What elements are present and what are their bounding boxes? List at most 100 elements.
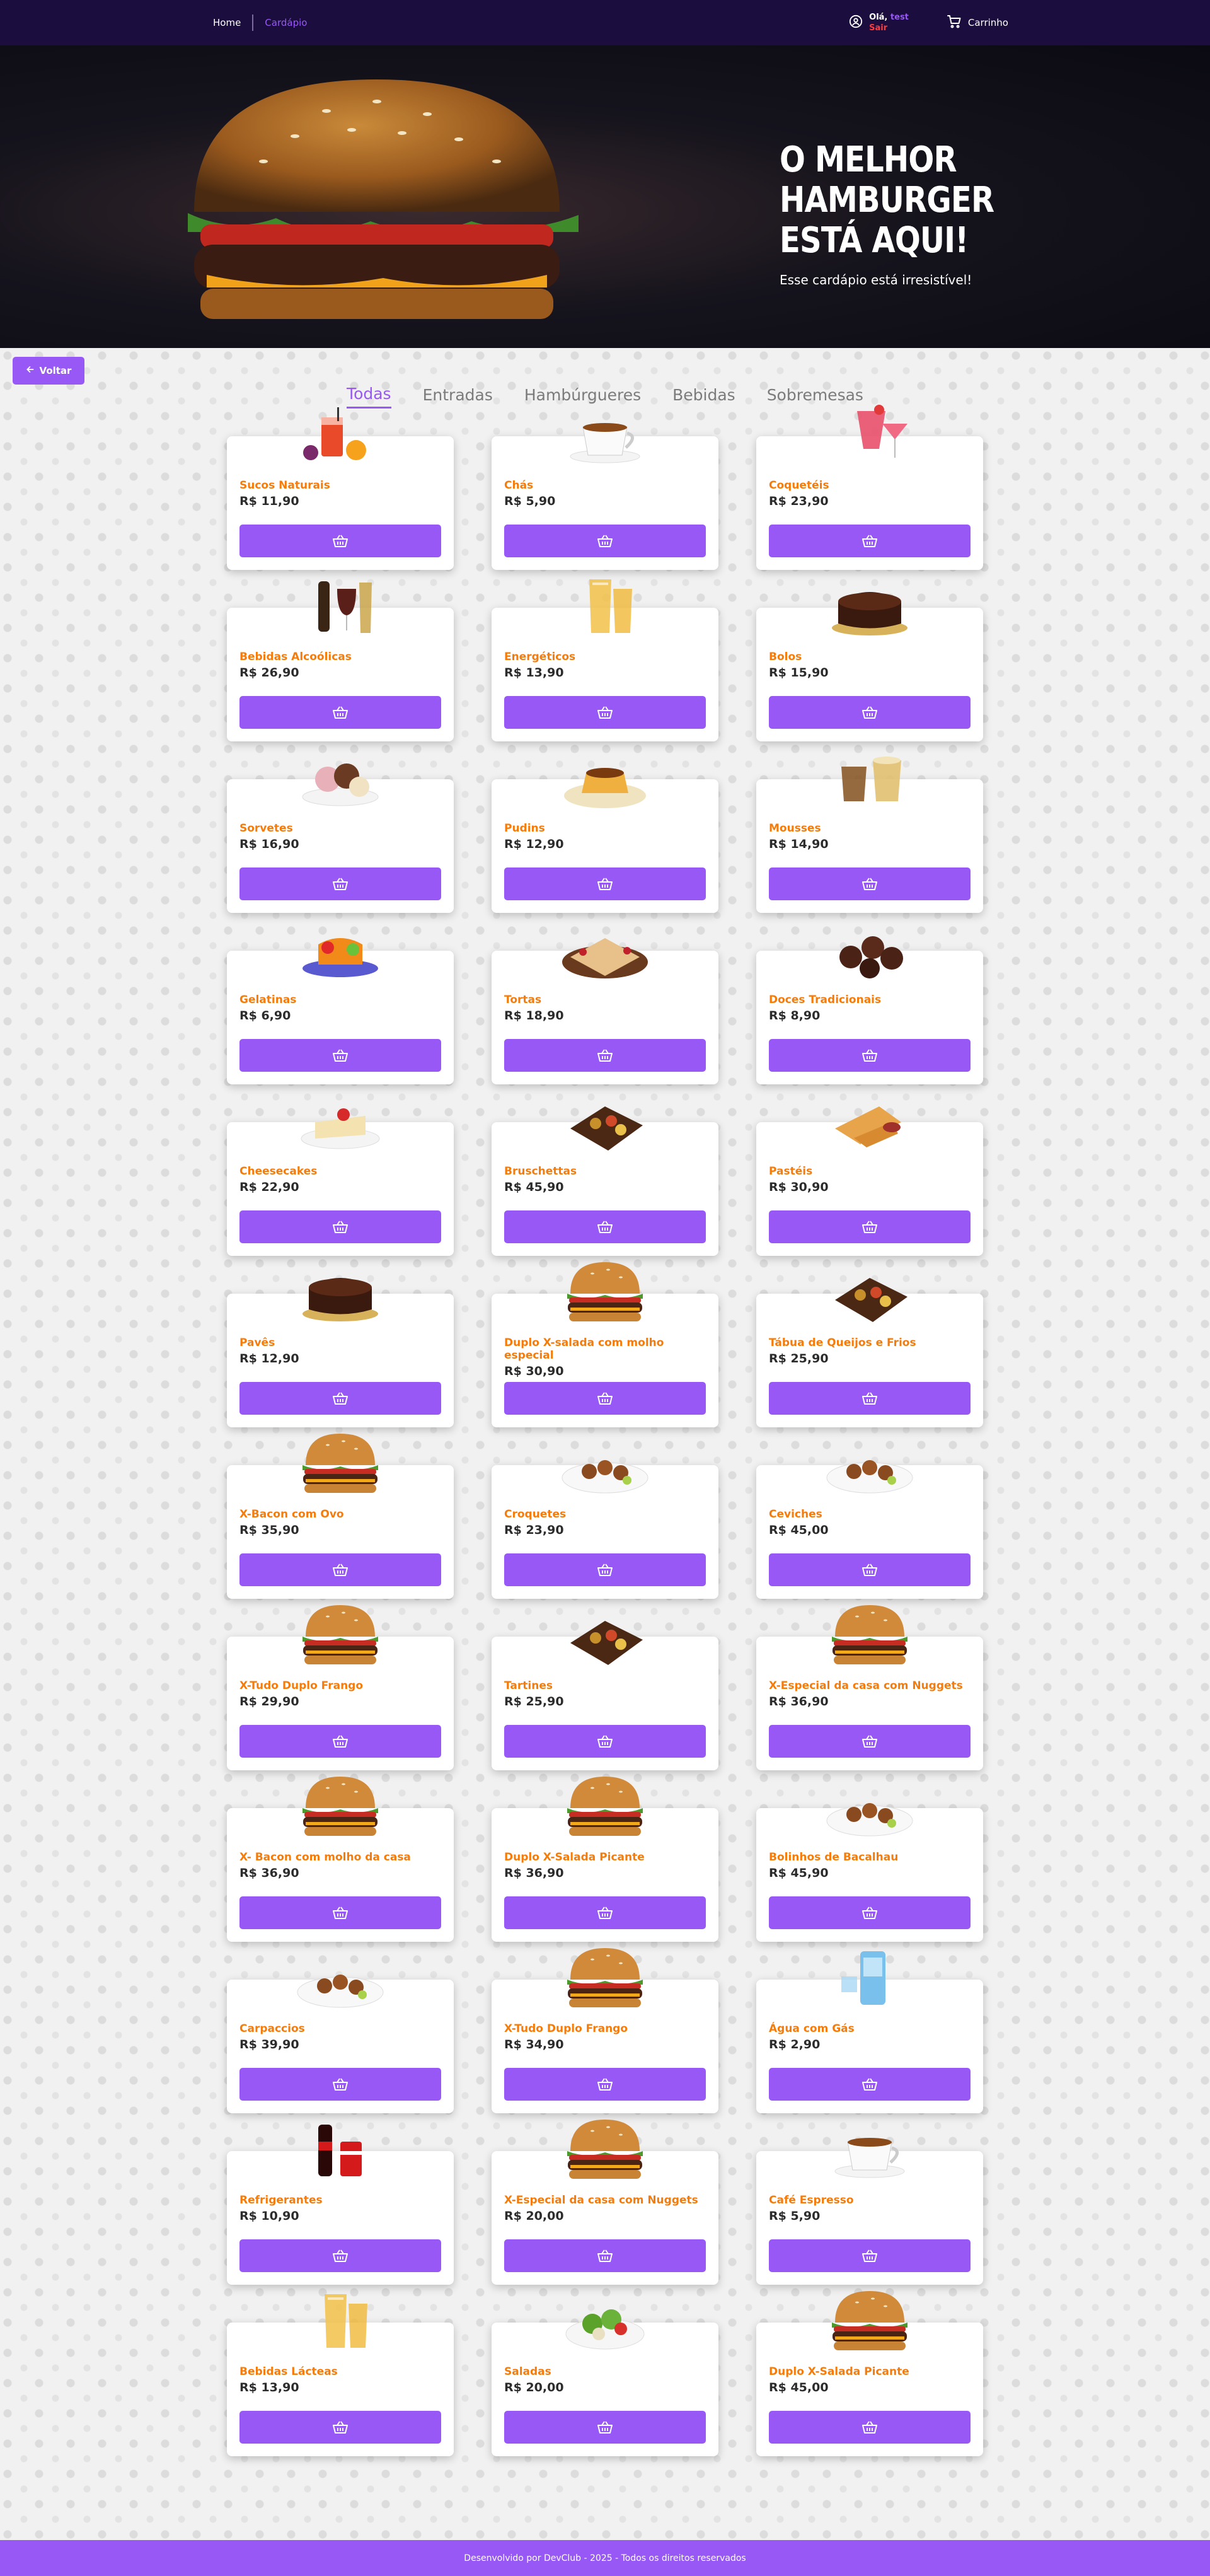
- product-price: R$ 35,90: [239, 1523, 299, 1537]
- product-image: [318, 581, 372, 633]
- add-to-cart-button[interactable]: [504, 1210, 706, 1243]
- add-to-cart-button[interactable]: [504, 2239, 706, 2272]
- product-image: [835, 1106, 901, 1147]
- basket-icon: [597, 706, 613, 719]
- user-profile: Olá, test Sair: [849, 12, 909, 33]
- main-nav: Home Cardápio: [202, 0, 318, 45]
- cart-link[interactable]: Carrinho: [947, 14, 1008, 32]
- add-to-cart-button[interactable]: [769, 1553, 971, 1586]
- product-name: X-Especial da casa com Nuggets: [504, 2194, 698, 2207]
- product-image: [826, 1803, 913, 1836]
- add-to-cart-button[interactable]: [504, 1725, 706, 1758]
- user-circle-icon: [849, 15, 863, 31]
- nav-link-menu[interactable]: Cardápio: [253, 17, 318, 28]
- add-to-cart-button[interactable]: [769, 867, 971, 900]
- logout-link[interactable]: Sair: [869, 23, 909, 33]
- basket-icon: [333, 1735, 348, 1748]
- add-to-cart-button[interactable]: [239, 1553, 441, 1586]
- product-image: [567, 1948, 643, 2007]
- add-to-cart-button[interactable]: [769, 1210, 971, 1243]
- add-to-cart-button[interactable]: [504, 1553, 706, 1586]
- add-to-cart-button[interactable]: [239, 1725, 441, 1758]
- nav-link-home[interactable]: Home: [202, 17, 252, 28]
- product-card: Pavês R$ 12,90: [227, 1278, 454, 1427]
- product-price: R$ 29,90: [239, 1695, 299, 1709]
- add-to-cart-button[interactable]: [504, 867, 706, 900]
- hero-text: O MELHOR HAMBURGER ESTÁ AQUI! Esse cardá…: [780, 139, 1044, 288]
- product-card: Bolinhos de Bacalhau R$ 45,90: [756, 1803, 983, 1942]
- add-to-cart-button[interactable]: [504, 2068, 706, 2101]
- product-price: R$ 25,90: [769, 1352, 829, 1366]
- basket-icon: [333, 2078, 348, 2091]
- product-image: [567, 1262, 643, 1321]
- add-to-cart-button[interactable]: [769, 696, 971, 729]
- product-price: R$ 36,90: [769, 1695, 829, 1709]
- basket-icon: [862, 1735, 877, 1748]
- product-name: Refrigerantes: [239, 2194, 323, 2207]
- add-to-cart-button[interactable]: [239, 1039, 441, 1072]
- product-price: R$ 18,90: [504, 1009, 564, 1023]
- product-name: Água com Gás: [769, 2022, 855, 2035]
- add-to-cart-button[interactable]: [769, 2068, 971, 2101]
- add-to-cart-button[interactable]: [504, 1039, 706, 1072]
- cart-label: Carrinho: [967, 17, 1008, 28]
- add-to-cart-button[interactable]: [239, 525, 441, 557]
- add-to-cart-button[interactable]: [239, 696, 441, 729]
- product-price: R$ 23,90: [769, 494, 829, 508]
- greeting-text: Olá,: [869, 13, 888, 22]
- product-name: Ceviches: [769, 1508, 822, 1521]
- basket-icon: [333, 706, 348, 719]
- product-name: Pudins: [504, 822, 545, 835]
- basket-icon: [333, 878, 348, 890]
- add-to-cart-button[interactable]: [239, 2239, 441, 2272]
- back-button[interactable]: Voltar: [13, 357, 84, 385]
- tab-entradas[interactable]: Entradas: [423, 385, 493, 409]
- top-navbar: Home Cardápio Olá, test Sair Carrinho: [0, 0, 1210, 45]
- add-to-cart-button[interactable]: [239, 1382, 441, 1415]
- add-to-cart-button[interactable]: [239, 1210, 441, 1243]
- product-card: Refrigerantes R$ 10,90: [227, 2125, 454, 2285]
- product-price: R$ 8,90: [769, 1009, 821, 1023]
- product-card: Chás R$ 5,90: [492, 423, 718, 570]
- product-image: [301, 1108, 380, 1149]
- add-to-cart-button[interactable]: [769, 525, 971, 557]
- product-price: R$ 36,90: [504, 1866, 564, 1880]
- product-price: R$ 20,00: [504, 2209, 564, 2223]
- add-to-cart-button[interactable]: [769, 1382, 971, 1415]
- add-to-cart-button[interactable]: [239, 867, 441, 900]
- add-to-cart-button[interactable]: [769, 1039, 971, 1072]
- add-to-cart-button[interactable]: [504, 696, 706, 729]
- add-to-cart-button[interactable]: [769, 2239, 971, 2272]
- add-to-cart-button[interactable]: [769, 1896, 971, 1929]
- add-to-cart-button[interactable]: [239, 2068, 441, 2101]
- product-price: R$ 34,90: [504, 2038, 564, 2051]
- add-to-cart-button[interactable]: [504, 1382, 706, 1415]
- add-to-cart-button[interactable]: [769, 2411, 971, 2444]
- arrow-left-icon: [26, 365, 35, 376]
- product-image: [835, 1278, 908, 1322]
- add-to-cart-button[interactable]: [769, 1725, 971, 1758]
- product-price: R$ 22,90: [239, 1180, 299, 1194]
- product-name: Sorvetes: [239, 822, 293, 835]
- add-to-cart-button[interactable]: [504, 525, 706, 557]
- add-to-cart-button[interactable]: [239, 1896, 441, 1929]
- product-name: Cheesecakes: [239, 1165, 318, 1178]
- product-image: [841, 1951, 885, 2005]
- product-name: Tartines: [504, 1680, 553, 1692]
- product-image: [297, 1975, 384, 2008]
- basket-icon: [862, 706, 877, 719]
- product-card: Pastéis R$ 30,90: [756, 1106, 983, 1256]
- tab-bebidas[interactable]: Bebidas: [672, 385, 735, 409]
- product-card: Duplo X-Salada Picante R$ 45,00: [756, 2291, 983, 2456]
- product-card: X-Bacon com Ovo R$ 35,90: [227, 1434, 454, 1599]
- product-name: Carpaccios: [239, 2022, 305, 2035]
- product-card: Energéticos R$ 13,90: [492, 579, 718, 741]
- product-price: R$ 23,90: [504, 1523, 564, 1537]
- product-name: Chás: [504, 479, 534, 492]
- product-image: [303, 407, 366, 460]
- hero-title: O MELHOR HAMBURGER ESTÁ AQUI!: [780, 139, 994, 261]
- add-to-cart-button[interactable]: [504, 2411, 706, 2444]
- back-button-label: Voltar: [39, 365, 72, 376]
- add-to-cart-button[interactable]: [504, 1896, 706, 1929]
- add-to-cart-button[interactable]: [239, 2411, 441, 2444]
